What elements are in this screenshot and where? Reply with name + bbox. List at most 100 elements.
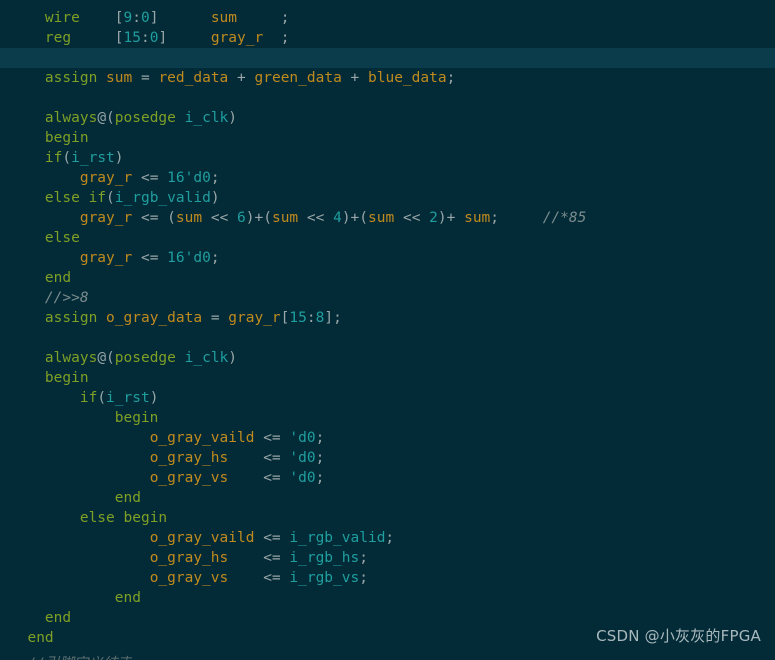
code-line[interactable]: end	[0, 488, 775, 508]
token-ident: gray_r	[79, 210, 133, 226]
token-number: i_clk	[184, 110, 229, 126]
token-number: i_rgb_valid	[114, 190, 211, 206]
token-number: 0	[140, 10, 150, 26]
code-editor-viewport[interactable]: wire [9:0] sum ; reg [15:0] gray_r ;​ as…	[0, 0, 775, 660]
token-op: =	[210, 310, 220, 326]
token-op: )+(	[245, 210, 272, 226]
token-ident: o_gray_vs	[149, 470, 229, 486]
code-line[interactable]: reg [15:0] gray_r ;	[0, 28, 775, 48]
code-line[interactable]: begin	[0, 368, 775, 388]
token-op: )	[228, 350, 238, 366]
code-line[interactable]: o_gray_vs <= 'd0;	[0, 468, 775, 488]
code-line[interactable]: begin	[0, 408, 775, 428]
token-op: (	[97, 390, 107, 406]
token-number: 6	[237, 210, 246, 226]
code-line[interactable]: o_gray_vaild <= i_rgb_valid;	[0, 528, 775, 548]
token-op: @(	[97, 110, 115, 126]
code-line[interactable]: assign sum = red_data + green_data + blu…	[0, 68, 775, 88]
token-keyword: begin	[44, 370, 89, 386]
token-op: )+(	[341, 210, 369, 226]
token-op: :	[306, 310, 316, 326]
token-ident: sum	[210, 10, 238, 26]
code-line[interactable]: o_gray_vs <= i_rgb_vs;	[0, 568, 775, 588]
code-line[interactable]: else if(i_rgb_valid)	[0, 188, 775, 208]
token-keyword: begin	[44, 130, 89, 146]
token-number: 15	[289, 310, 307, 326]
token-op: <<	[202, 210, 238, 226]
code-line[interactable]: //>>8	[0, 288, 775, 308]
code-line[interactable]: always@(posedge i_clk)	[0, 348, 775, 368]
code-line[interactable]: always@(posedge i_clk)	[0, 108, 775, 128]
clipped-bottom-comment-line: //引脚定义结束	[10, 654, 131, 660]
token-number: i_clk	[184, 350, 229, 366]
token-keyword: if	[88, 190, 107, 206]
code-line[interactable]: o_gray_vaild <= 'd0;	[0, 428, 775, 448]
token-number: 'd0	[289, 430, 316, 446]
token-keyword: begin	[123, 510, 168, 526]
token-op: <=	[140, 170, 159, 186]
code-line[interactable]: else	[0, 228, 775, 248]
code-line[interactable]: end	[0, 268, 775, 288]
code-line[interactable]: o_gray_hs <= i_rgb_hs;	[0, 548, 775, 568]
code-line[interactable]: begin	[0, 128, 775, 148]
code-line[interactable]: else begin	[0, 508, 775, 528]
token-keyword: if	[79, 390, 98, 406]
token-number: i_rst	[71, 150, 115, 166]
token-bracket: ]	[158, 30, 168, 46]
token-ident: o_gray_vs	[149, 570, 229, 586]
token-op: )	[114, 150, 124, 166]
code-line[interactable]: wire [9:0] sum ;	[0, 8, 775, 28]
code-line-active[interactable]: ​	[0, 48, 775, 68]
code-line[interactable]: ​	[0, 88, 775, 108]
token-ident: sum	[271, 210, 299, 226]
token-op: ;	[359, 570, 368, 586]
token-keyword: reg	[44, 30, 72, 46]
code-surface[interactable]: wire [9:0] sum ; reg [15:0] gray_r ;​ as…	[0, 0, 775, 648]
code-line[interactable]: end	[0, 588, 775, 608]
token-op: )	[210, 190, 220, 206]
token-op: (	[62, 150, 72, 166]
token-keyword: posedge	[114, 350, 176, 366]
token-keyword: end	[44, 270, 72, 286]
code-line[interactable]: ​	[0, 328, 775, 348]
token-op: ;	[210, 250, 220, 266]
code-line[interactable]: if(i_rst)	[0, 148, 775, 168]
code-line[interactable]: end	[0, 608, 775, 628]
code-line[interactable]: gray_r <= (sum << 6)+(sum << 4)+(sum << …	[0, 208, 775, 228]
token-keyword: else	[79, 510, 115, 526]
token-op: <=	[263, 430, 281, 446]
token-op: <=	[263, 470, 281, 486]
token-ident: o_gray_hs	[149, 450, 229, 466]
token-ident: blue_data	[368, 70, 447, 86]
token-keyword: end	[27, 630, 54, 646]
code-line[interactable]: o_gray_hs <= 'd0;	[0, 448, 775, 468]
code-line[interactable]: if(i_rst)	[0, 388, 775, 408]
token-op: <=	[263, 530, 281, 546]
code-line[interactable]: gray_r <= 16'd0;	[0, 168, 775, 188]
token-op: +	[350, 70, 360, 86]
code-line[interactable]: assign o_gray_data = gray_r[15:8];	[0, 308, 775, 328]
token-keyword: wire	[44, 10, 80, 26]
code-line[interactable]: gray_r <= 16'd0;	[0, 248, 775, 268]
